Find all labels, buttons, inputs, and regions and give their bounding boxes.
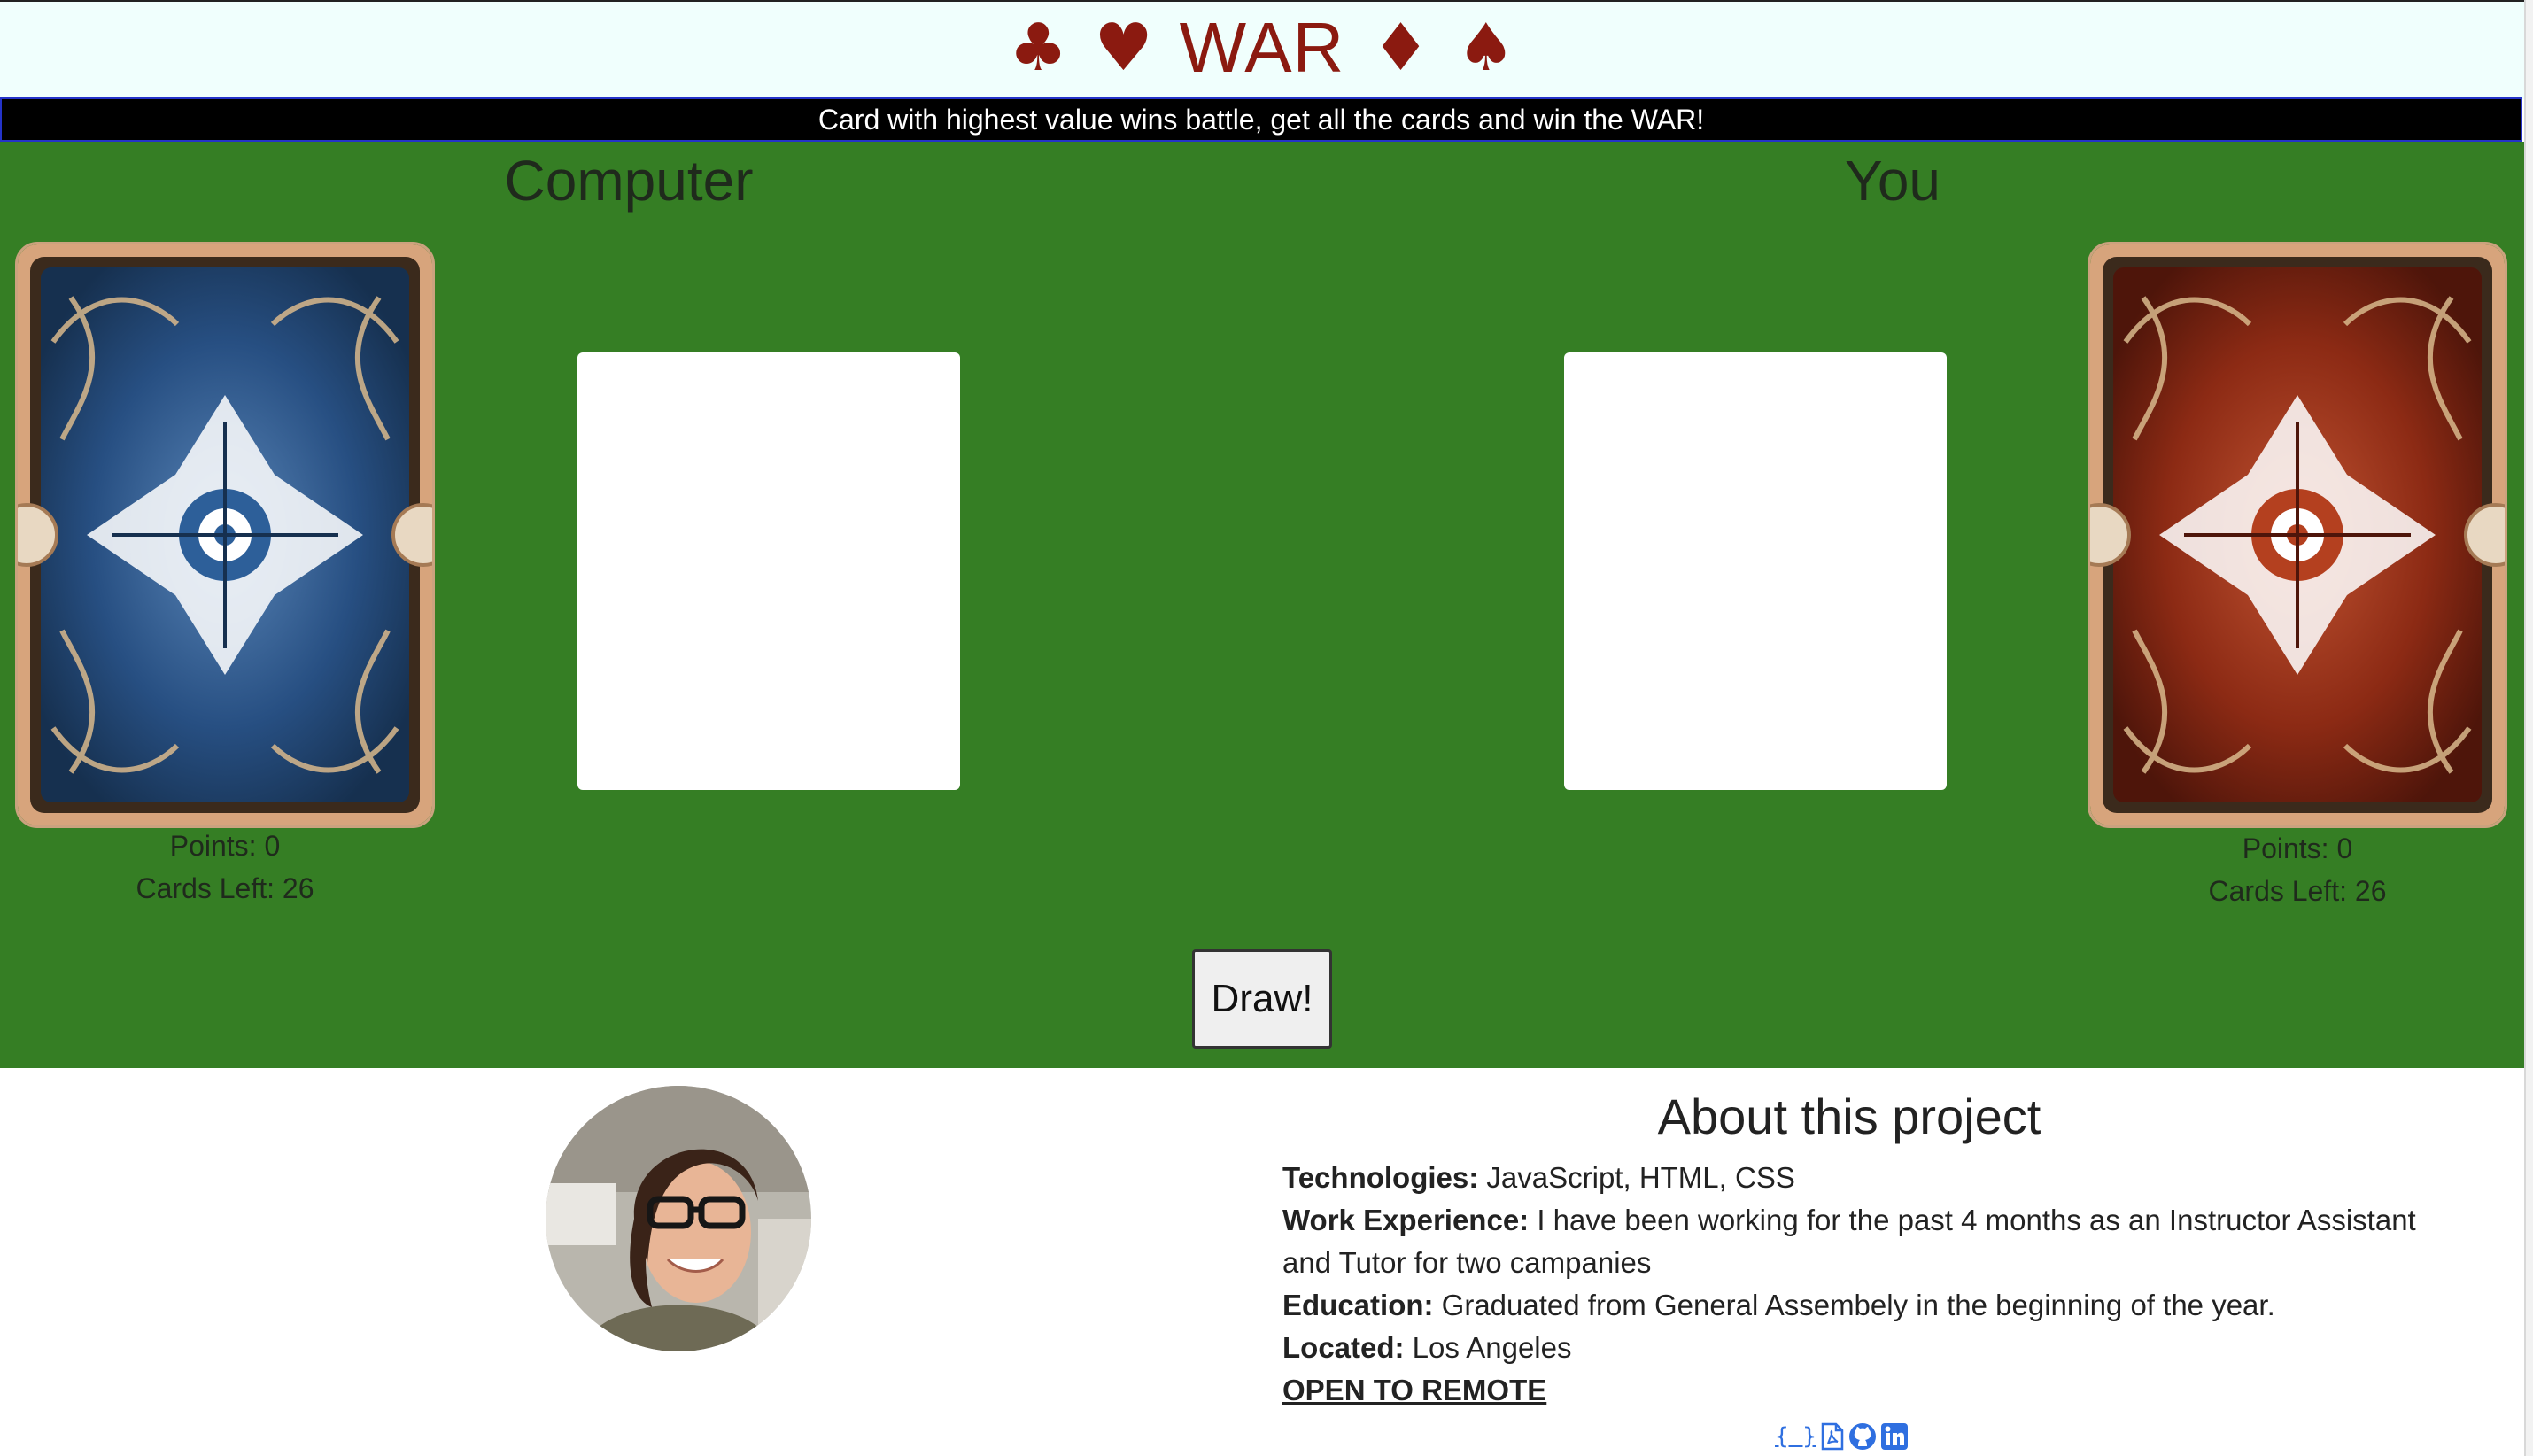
player-deck	[2090, 244, 2505, 825]
computer-played-card	[577, 352, 960, 790]
computer-cards-left: Cards Left: 26	[136, 872, 314, 904]
war-game-page: ♣ ♥ WAR ♦ ♠ Card with highest value wins…	[0, 0, 2533, 1456]
tech-value: JavaScript, HTML, CSS	[1478, 1161, 1795, 1194]
blue-card-back-image	[18, 244, 432, 825]
about-work-experience: Work Experience: I have been working for…	[1282, 1199, 2425, 1284]
rules-banner: Card with highest value wins battle, get…	[0, 97, 2522, 142]
code-icon: { }	[1775, 1423, 1816, 1450]
about-body: Technologies: JavaScript, HTML, CSS Work…	[1282, 1157, 2425, 1412]
computer-deck	[18, 244, 432, 825]
avatar	[546, 1086, 811, 1351]
game-board: Computer You Points: 0 Cards Left: 26 Po…	[0, 142, 2524, 1068]
linkedin-link[interactable]	[1880, 1422, 1909, 1451]
scrollbar-track[interactable]	[2524, 0, 2533, 1456]
player-played-card	[1564, 352, 1947, 790]
player-heading: You	[1845, 149, 1940, 213]
work-label: Work Experience:	[1282, 1204, 1530, 1236]
edu-label: Education:	[1282, 1289, 1434, 1321]
open-to-remote-link[interactable]: OPEN TO REMOTE	[1282, 1374, 1546, 1406]
computer-heading: Computer	[504, 149, 754, 213]
about-title: About this project	[1657, 1088, 2041, 1144]
club-suit-icon: ♣	[1008, 10, 1068, 86]
header: ♣ ♥ WAR ♦ ♠	[0, 0, 2524, 99]
loc-value: Los Angeles	[1404, 1331, 1572, 1364]
red-card-back-image	[2090, 244, 2505, 825]
draw-button[interactable]: Draw!	[1192, 949, 1332, 1049]
tech-label: Technologies:	[1282, 1161, 1479, 1194]
player-points: Points: 0	[2242, 833, 2353, 864]
diamond-suit-icon: ♦	[1371, 10, 1430, 86]
code-link[interactable]: { }	[1775, 1422, 1816, 1451]
about-remote: OPEN TO REMOTE	[1282, 1369, 2425, 1412]
linkedin-icon	[1880, 1423, 1908, 1450]
about-location: Located: Los Angeles	[1282, 1327, 2425, 1369]
profile-photo	[546, 1086, 811, 1351]
loc-label: Located:	[1282, 1331, 1405, 1364]
heart-suit-icon: ♥	[1094, 10, 1153, 86]
pdf-icon	[1821, 1422, 1844, 1451]
spade-suit-icon: ♠	[1456, 10, 1516, 86]
computer-points: Points: 0	[169, 830, 281, 862]
about-technologies: Technologies: JavaScript, HTML, CSS	[1282, 1157, 2425, 1199]
title-row: ♣ ♥ WAR ♦ ♠	[0, 7, 2524, 89]
github-icon	[1848, 1423, 1876, 1450]
github-link[interactable]	[1848, 1422, 1877, 1451]
resume-link[interactable]	[1820, 1422, 1845, 1451]
page-title: WAR	[1179, 8, 1345, 87]
about-education: Education: Graduated from General Assemb…	[1282, 1284, 2425, 1327]
player-cards-left: Cards Left: 26	[2208, 875, 2387, 907]
social-links: { }	[1775, 1421, 1909, 1452]
edu-value: Graduated from General Assembely in the …	[1433, 1289, 2275, 1321]
